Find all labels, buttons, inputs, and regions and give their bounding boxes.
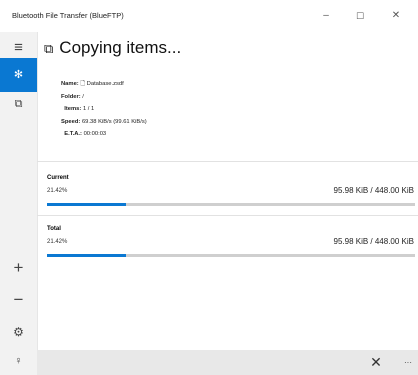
sidebar: ≡ ✻ ⧉ + − ⚙ ♀ xyxy=(0,32,38,375)
page-title: Copying items... xyxy=(59,38,182,57)
detail-items-row: Items: 1 / 1 xyxy=(64,106,95,112)
divider xyxy=(37,161,418,162)
total-percent: 21.42% xyxy=(47,239,68,245)
detail-folder-row: Folder: / xyxy=(61,93,84,100)
detail-items-value: 1 / 1 xyxy=(82,106,95,112)
current-title: Current xyxy=(47,175,69,181)
minimize-button[interactable]: – xyxy=(314,6,338,26)
divider xyxy=(37,215,418,216)
detail-folder-value: / xyxy=(82,93,84,100)
total-sizes: 95.98 KiB / 448.00 KiB xyxy=(333,237,415,246)
detail-speed-value: 69.38 KiB/s (99.61 KiB/s) xyxy=(81,118,147,125)
page-header: ⧉ Copying items... xyxy=(44,38,181,58)
copy-icon: ⧉ xyxy=(44,41,54,56)
current-percent: 21.42% xyxy=(47,188,68,194)
remove-icon[interactable]: − xyxy=(0,289,37,311)
file-icon: 🗋 xyxy=(80,81,86,87)
total-progress-bar xyxy=(47,254,415,257)
total-progress-fill xyxy=(47,254,126,257)
close-button[interactable]: ✕ xyxy=(384,6,408,26)
command-bar: ✕ ··· xyxy=(37,350,418,375)
detail-eta-row: E.T.A.: 00:00:03 xyxy=(64,131,107,137)
detail-eta-value: 00:00:03 xyxy=(83,131,107,137)
detail-speed-row: Speed: 69.38 KiB/s (99.61 KiB/s) xyxy=(61,118,147,125)
current-sizes: 95.98 KiB / 448.00 KiB xyxy=(333,186,415,195)
hamburger-menu-icon[interactable]: ≡ xyxy=(0,38,37,58)
more-options-icon[interactable]: ··· xyxy=(399,350,417,375)
add-icon[interactable]: + xyxy=(0,257,37,279)
transfer-details: Name: 🗋 Database.zsdf Folder: / Items: 1… xyxy=(61,78,147,141)
cancel-close-icon[interactable]: ✕ xyxy=(364,350,388,375)
maximize-button[interactable]: ☐ xyxy=(348,6,372,26)
bluetooth-icon[interactable]: ✻ xyxy=(0,58,37,92)
title-bar: Bluetooth File Transfer (BlueFTP) – ☐ ✕ xyxy=(0,0,418,32)
current-progress-bar xyxy=(47,203,415,206)
devices-icon[interactable]: ⧉ xyxy=(0,92,37,116)
lightbulb-icon[interactable]: ♀ xyxy=(0,350,37,372)
window-title: Bluetooth File Transfer (BlueFTP) xyxy=(12,11,124,20)
detail-name-value: Database.zsdf xyxy=(86,81,124,87)
current-progress-fill xyxy=(47,203,126,206)
settings-gear-icon[interactable]: ⚙ xyxy=(0,321,37,343)
total-title: Total xyxy=(47,226,61,232)
detail-name-row: Name: 🗋 Database.zsdf xyxy=(61,81,124,87)
